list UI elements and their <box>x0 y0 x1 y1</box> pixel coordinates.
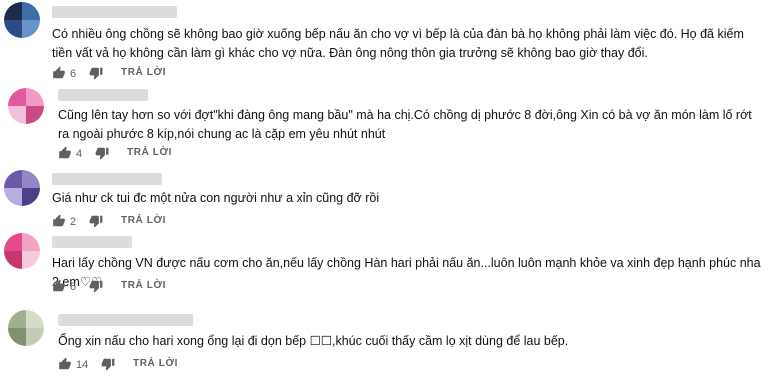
comment-text: Ổng xin nấu cho hari xong ổng lại đi dọn… <box>58 334 569 348</box>
thumbs-up-icon <box>53 66 65 79</box>
author-name-redacted[interactable] <box>58 89 148 101</box>
avatar-tile <box>22 251 40 269</box>
author-name-redacted[interactable] <box>52 6 177 18</box>
author-name-redacted[interactable] <box>58 314 193 326</box>
comment-actions: 14 TRẢ LỜI <box>58 357 258 375</box>
thumbs-down-icon <box>89 215 103 228</box>
like-button[interactable] <box>58 357 72 371</box>
like-button[interactable] <box>52 279 66 293</box>
like-count: 14 <box>76 359 89 371</box>
comment-actions: 6 TRẢ LỜI <box>52 279 252 297</box>
avatar-tile <box>26 106 44 124</box>
avatar-tile <box>4 233 22 251</box>
dislike-button[interactable] <box>89 66 103 80</box>
avatar-tile <box>26 88 44 106</box>
avatar-tile <box>4 20 22 38</box>
avatar-tile <box>8 328 26 346</box>
thumbs-down-icon <box>89 280 103 293</box>
dislike-button[interactable] <box>95 146 109 160</box>
avatar[interactable] <box>4 2 40 38</box>
thumbs-down-icon <box>101 358 115 371</box>
dislike-button[interactable] <box>89 214 103 228</box>
reply-button[interactable]: TRẢ LỜI <box>121 215 166 226</box>
reply-button[interactable]: TRẢ LỜI <box>133 358 178 369</box>
like-count: 4 <box>76 148 83 160</box>
thumbs-down-icon <box>89 67 103 80</box>
dislike-button[interactable] <box>89 279 103 293</box>
avatar-tile <box>4 170 22 188</box>
author-name-redacted[interactable] <box>52 173 162 185</box>
thumbs-up-icon <box>53 214 65 227</box>
thumbs-up-icon <box>59 146 71 159</box>
avatar-tile <box>22 2 40 20</box>
avatar-tile <box>22 188 40 206</box>
comment-actions: 4 TRẢ LỜI <box>58 146 258 164</box>
comment-actions: 6 TRẢ LỜI <box>52 66 252 84</box>
avatar-tile <box>26 310 44 328</box>
comment-actions: 2 TRẢ LỜI <box>52 214 252 232</box>
avatar-tile <box>26 328 44 346</box>
avatar-tile <box>22 170 40 188</box>
avatar[interactable] <box>4 233 40 269</box>
comment-text: Giá như ck tui đc một nửa con người như … <box>52 191 380 205</box>
comment-text: Cũng lên tay hơn so với đợt"khi đàng ông… <box>58 108 752 141</box>
avatar-tile <box>4 188 22 206</box>
comment-text: Có nhiều ông chồng sẽ không bao giờ xuốn… <box>52 27 744 60</box>
avatar[interactable] <box>8 310 44 346</box>
like-button[interactable] <box>52 66 66 80</box>
like-count: 2 <box>70 216 77 228</box>
like-count: 6 <box>70 68 77 80</box>
like-count: 6 <box>70 281 77 293</box>
reply-button[interactable]: TRẢ LỜI <box>121 280 166 291</box>
avatar-tile <box>8 106 26 124</box>
avatar-tile <box>8 88 26 106</box>
thumbs-up-icon <box>53 279 65 292</box>
avatar-tile <box>22 233 40 251</box>
reply-button[interactable]: TRẢ LỜI <box>127 147 172 158</box>
like-button[interactable] <box>52 214 66 228</box>
avatar-tile <box>4 2 22 20</box>
avatar-tile <box>4 251 22 269</box>
thumbs-down-icon <box>95 147 109 160</box>
like-button[interactable] <box>58 146 72 160</box>
author-name-redacted[interactable] <box>52 236 132 248</box>
dislike-button[interactable] <box>101 357 115 371</box>
avatar[interactable] <box>8 88 44 124</box>
avatar-tile <box>22 20 40 38</box>
thumbs-up-icon <box>59 357 71 370</box>
avatar[interactable] <box>4 170 40 206</box>
reply-button[interactable]: TRẢ LỜI <box>121 67 166 78</box>
avatar-tile <box>8 310 26 328</box>
